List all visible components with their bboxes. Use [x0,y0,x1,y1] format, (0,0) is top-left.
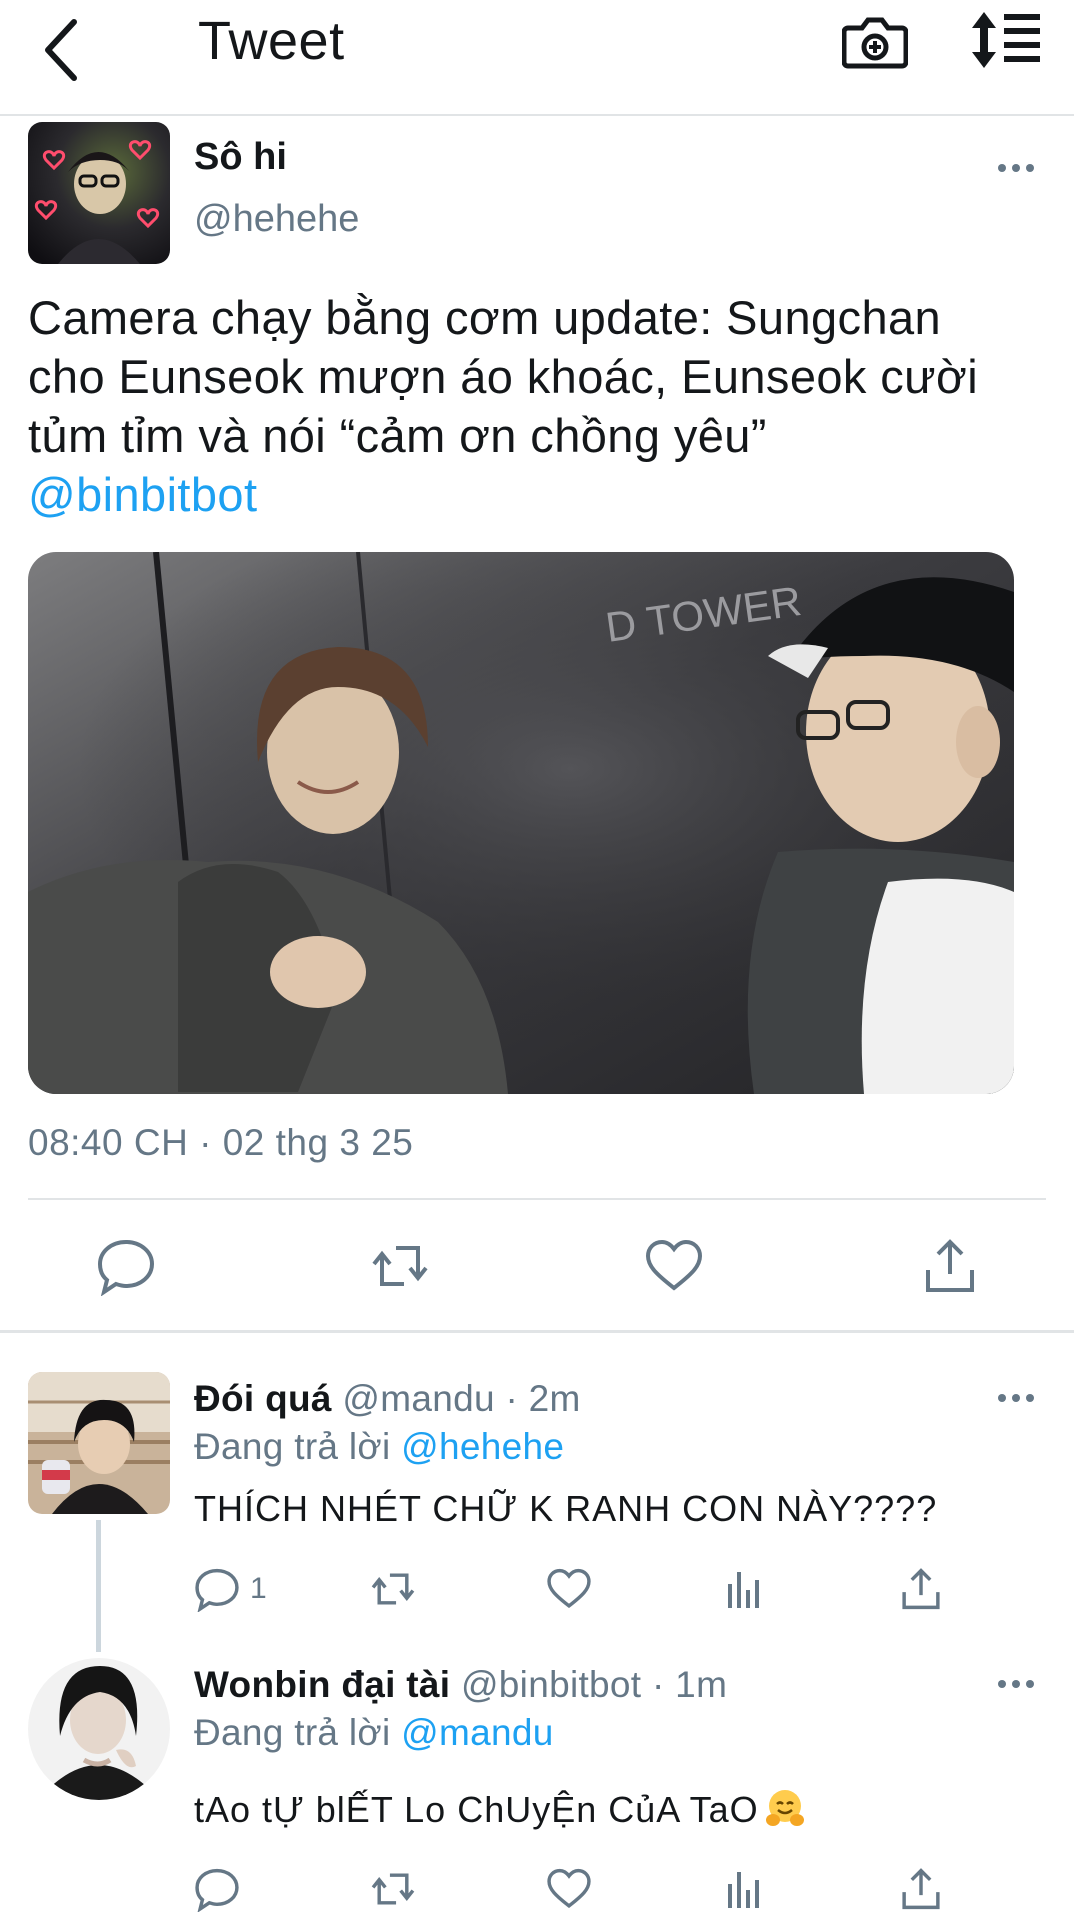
reply-author-name[interactable]: Đói quá [194,1378,332,1419]
reply-time: · 2m [505,1378,581,1419]
reply-more-button[interactable] [996,1386,1036,1410]
replying-to: Đang trả lời @hehehe [194,1426,564,1468]
reply-author-handle[interactable]: @mandu [342,1378,495,1419]
more-dots-icon [998,164,1034,172]
share-icon [902,1868,940,1910]
reply-time: · 1m [651,1664,728,1705]
like-icon [645,1239,703,1291]
like-button[interactable] [644,1236,704,1296]
reply-count: 1 [250,1572,267,1605]
reply-retweet-button[interactable] [370,1866,416,1912]
reply-share-button[interactable] [898,1566,944,1612]
divider [28,1198,1046,1200]
retweet-icon [371,1573,415,1605]
reply-icon [97,1239,155,1297]
share-icon [902,1568,940,1610]
like-icon [547,1568,591,1609]
replying-to-mention[interactable]: @mandu [401,1712,554,1753]
retweet-icon [372,1246,428,1286]
author-avatar-image [28,122,170,264]
replying-to: Đang trả lời @mandu [194,1712,554,1754]
sort-icon [972,12,1040,68]
reply-icon [195,1568,239,1613]
reply-avatar[interactable] [28,1372,170,1514]
reply-header: Đói quá @mandu · 2m [194,1378,581,1420]
analytics-icon [728,1872,759,1908]
camera-button[interactable] [841,10,909,72]
reply-text-content: tAo tỰ blẾT Lo ChUyỆn CủA TaO [194,1789,759,1830]
camera-plus-icon [841,17,909,69]
sort-replies-button[interactable] [970,10,1042,70]
tweet-text-line: Camera chạy bằng cơm update: Sungchan [28,291,942,344]
hugging-face-emoji-icon [765,1790,804,1826]
reply-icon [195,1868,239,1913]
section-divider [0,1330,1074,1333]
back-arrow-icon [45,19,77,81]
page-title: Tweet [198,11,345,71]
reply-reply-button[interactable] [194,1866,240,1913]
reply-avatar-image [28,1372,170,1514]
reply-retweet-button[interactable] [370,1566,416,1612]
retweet-button[interactable] [370,1236,430,1296]
share-button[interactable] [920,1236,980,1296]
replying-to-label: Đang trả lời [194,1426,391,1467]
share-icon [926,1239,974,1292]
author-handle[interactable]: @hehehe [194,198,359,241]
retweet-icon [371,1873,415,1905]
reply-avatar[interactable] [28,1658,170,1800]
reply-author-handle[interactable]: @binbitbot [461,1664,641,1705]
reply-more-button[interactable] [996,1672,1036,1696]
tweet-text: Camera chạy bằng cơm update: Sungchan ch… [28,288,1058,524]
tweet-text-line: tủm tỉm và nói “cảm ơn chồng yêu” [28,409,767,462]
tweet-timestamp: 08:40 CH · 02 thg 3 25 [28,1122,414,1163]
replying-to-label: Đang trả lời [194,1712,391,1753]
reply-like-button[interactable] [546,1566,592,1612]
thread-connector [96,1520,101,1652]
author-avatar[interactable] [28,122,170,264]
replying-to-mention[interactable]: @hehehe [401,1426,564,1467]
more-dots-icon [998,1394,1034,1402]
reply-button[interactable] [96,1236,156,1297]
author-name[interactable]: Sô hi [194,136,287,179]
back-button[interactable] [36,12,96,82]
analytics-icon [728,1572,759,1608]
top-bar: Tweet [0,0,1074,116]
reply-analytics-button[interactable] [722,1566,768,1612]
more-dots-icon [998,1680,1034,1688]
tweet-media-image[interactable]: D TOWER [28,552,1014,1094]
reply-header: Wonbin đại tài @binbitbot · 1m [194,1664,727,1706]
reply-share-button[interactable] [898,1866,944,1912]
tweet-text-line: cho Eunseok mượn áo khoác, Eunseok cười [28,350,979,403]
reply-text: tAo tỰ blẾT Lo ChUyỆn CủA TaO [194,1788,805,1831]
reply-author-name[interactable]: Wonbin đại tài [194,1664,450,1705]
reply-reply-button[interactable] [194,1566,240,1613]
tweet-mention-link[interactable]: @binbitbot [28,465,1058,524]
like-icon [547,1868,591,1909]
tweet-more-button[interactable] [996,156,1036,180]
reply-like-button[interactable] [546,1866,592,1912]
reply-avatar-image [28,1658,170,1800]
elevator-photo: D TOWER [28,552,1014,1094]
reply-text: THÍCH NHÉT CHỮ K RANH CON NÀY???? [194,1488,938,1529]
reply-analytics-button[interactable] [722,1866,768,1912]
